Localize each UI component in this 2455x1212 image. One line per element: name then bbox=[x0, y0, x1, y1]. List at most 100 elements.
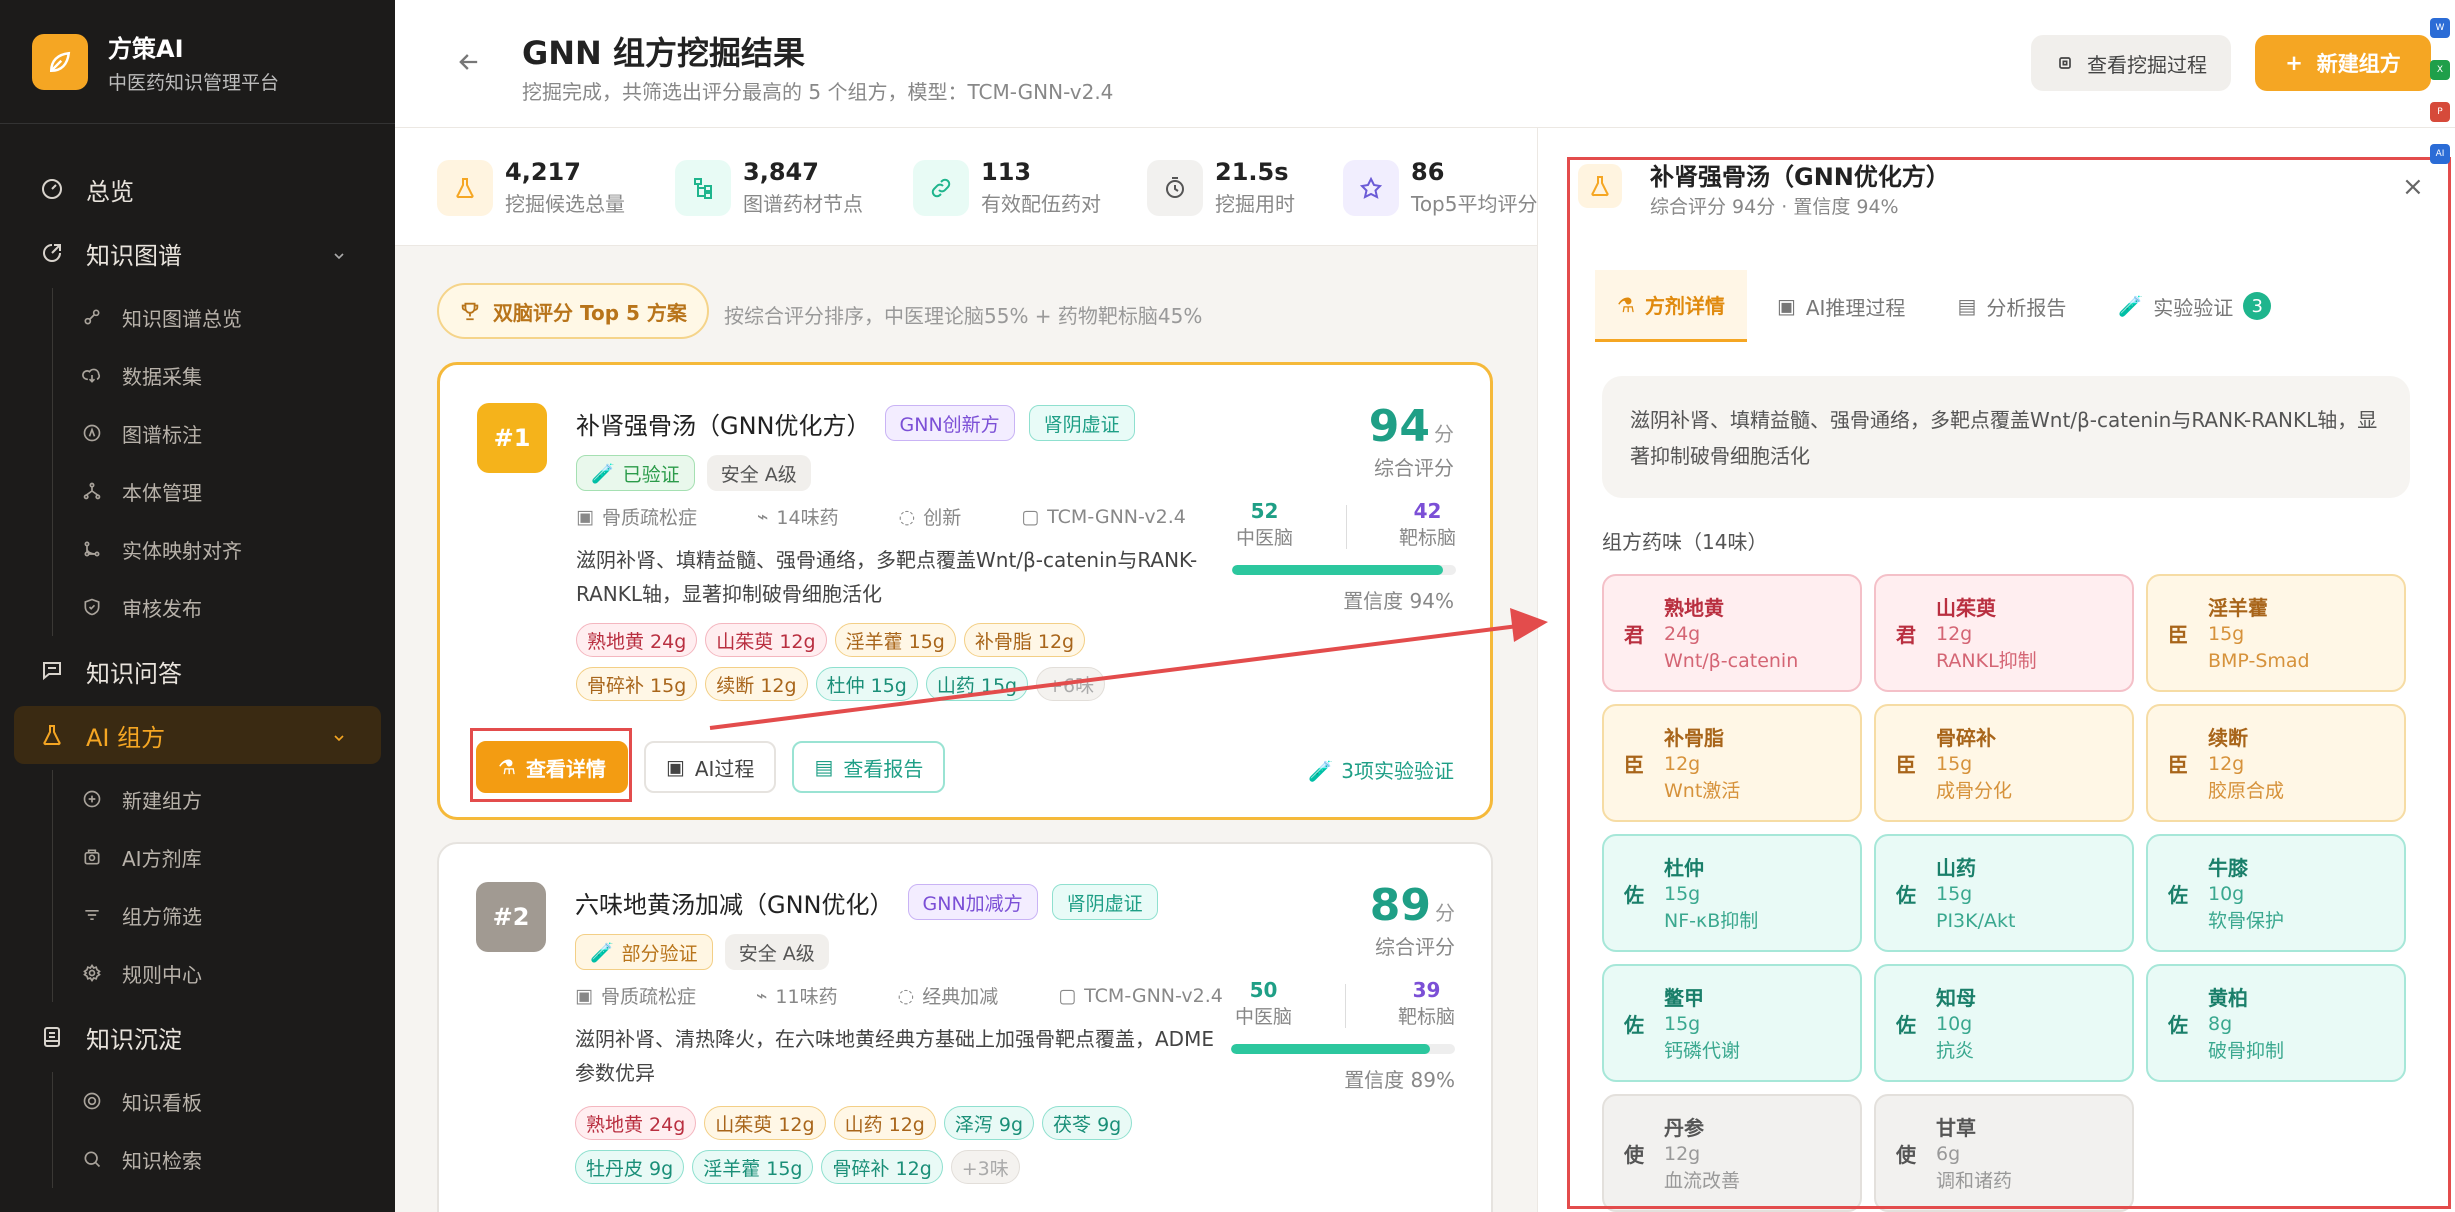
herb-chip: 山茱萸 12g bbox=[705, 623, 827, 657]
herb-card[interactable]: 君熟地黄 24g Wnt/β-catenin bbox=[1602, 574, 1862, 692]
nav-ai-formula[interactable]: AI 组方 bbox=[14, 706, 381, 764]
brain-scores: 52 中医脑 42 靶标脑 bbox=[1236, 499, 1456, 550]
herb-info: 熟地黄 24g Wnt/β-catenin bbox=[1664, 592, 1798, 675]
meta-disease-text: 骨质疏松症 bbox=[601, 507, 697, 529]
depo-submenu: 知识看板 知识检索 bbox=[0, 1072, 395, 1188]
herb-role: 君 bbox=[1624, 622, 1644, 647]
nav-overview-label: 总览 bbox=[86, 177, 134, 206]
tab-formula-detail[interactable]: ⚗ 方剂详情 bbox=[1595, 270, 1747, 342]
sub-entity-align[interactable]: 实体映射对齐 bbox=[0, 520, 395, 578]
sub-annotate[interactable]: 图谱标注 bbox=[0, 404, 395, 462]
herb-card[interactable]: 佐知母 10g 抗炎 bbox=[1874, 964, 2134, 1082]
herb-card[interactable]: 臣骨碎补 15g 成骨分化 bbox=[1874, 704, 2134, 822]
excel-icon[interactable]: X bbox=[2430, 60, 2450, 80]
herb-dose: 12g bbox=[1664, 752, 1701, 775]
timer-icon bbox=[1147, 159, 1203, 216]
brand[interactable]: 方策AI 中医药知识管理平台 bbox=[0, 0, 395, 124]
nav-knowledge-graph[interactable]: 知识图谱 bbox=[0, 224, 395, 282]
meta-herb-count-text: 11味药 bbox=[775, 986, 838, 1008]
tab-experiment[interactable]: 🧪 实验验证 3 bbox=[2096, 270, 2293, 342]
herb-card[interactable]: 臣补骨脂 12g Wnt激活 bbox=[1602, 704, 1862, 822]
herb-card[interactable]: 佐杜仲 15g NF-κB抑制 bbox=[1602, 834, 1862, 952]
herb-dose: 12g bbox=[1664, 1142, 1701, 1165]
new-formula-label: 新建组方 bbox=[2316, 52, 2401, 76]
more-herbs-chip[interactable]: +6味 bbox=[1036, 667, 1106, 701]
close-icon[interactable]: × bbox=[2402, 172, 2424, 202]
experiment-count[interactable]: 🧪 3项实验验证 bbox=[1308, 755, 1454, 784]
brain-divider bbox=[1345, 505, 1347, 549]
panel-title: 补肾强骨汤（GNN优化方） bbox=[1650, 163, 1950, 191]
sub-formula-library-label: AI方剂库 bbox=[122, 846, 202, 871]
herb-name: 熟地黄 bbox=[1664, 595, 1724, 620]
tab-ai-reasoning[interactable]: ▣ AI推理过程 bbox=[1755, 270, 1928, 342]
herb-card[interactable]: 佐牛膝 10g 软骨保护 bbox=[2146, 834, 2406, 952]
tcm-brain: 50 中医脑 bbox=[1235, 978, 1292, 1029]
herb-card[interactable]: 臣续断 12g 胶原合成 bbox=[2146, 704, 2406, 822]
herb-chip: 山药 15g bbox=[925, 667, 1029, 701]
chevron-down-icon[interactable] bbox=[331, 724, 347, 752]
herb-dose: 15g bbox=[1664, 1012, 1701, 1035]
panel-tabs: ⚗ 方剂详情 ▣ AI推理过程 ▤ 分析报告 🧪 实验验证 3 bbox=[1595, 270, 2301, 342]
meta-herb-count-text: 14味药 bbox=[776, 507, 839, 529]
herb-chip: 骨碎补 15g bbox=[576, 667, 698, 701]
herb-card[interactable]: 使丹参 12g 血流改善 bbox=[1602, 1094, 1862, 1212]
sub-rule-center[interactable]: 规则中心 bbox=[0, 944, 395, 1002]
sub-data-collect[interactable]: 数据采集 bbox=[0, 346, 395, 404]
herb-card[interactable]: 君山茱萸 12g RANKL抑制 bbox=[1874, 574, 2134, 692]
herb-info: 山药 15g PI3K/Akt bbox=[1936, 852, 2015, 935]
herb-chip: 山茱萸 12g bbox=[704, 1106, 826, 1140]
sub-annotate-label: 图谱标注 bbox=[122, 422, 202, 447]
view-report-button[interactable]: ▤ 查看报告 bbox=[792, 741, 946, 793]
formula-title-row: 补肾强骨汤（GNN优化方） GNN创新方 肾阴虚证 bbox=[576, 405, 1135, 441]
nav-overview[interactable]: 总览 bbox=[0, 160, 395, 218]
tcm-brain-label: 中医脑 bbox=[1236, 527, 1294, 549]
herb-chip: 杜仲 15g bbox=[815, 667, 918, 701]
herb-dose: 15g bbox=[1936, 752, 1973, 775]
tab-analysis-report[interactable]: ▤ 分析报告 bbox=[1935, 270, 2088, 342]
sub-knowledge-search[interactable]: 知识检索 bbox=[0, 1130, 395, 1188]
ai-process-button[interactable]: ▣ AI过程 bbox=[643, 741, 777, 793]
tab-ai-reasoning-label: AI推理过程 bbox=[1805, 295, 1906, 320]
herb-info: 鳖甲 15g 钙磷代谢 bbox=[1664, 982, 1740, 1065]
formula-title-row: 六味地黄汤加减（GNN优化） GNN加减方 肾阴虚证 bbox=[575, 884, 1158, 920]
herb-effect: 胶原合成 bbox=[2208, 779, 2285, 802]
herb-chip: 骨碎补 12g bbox=[821, 1150, 943, 1184]
sub-new-formula[interactable]: 新建组方 bbox=[0, 770, 395, 828]
tcm-brain-label: 中医脑 bbox=[1235, 1006, 1293, 1028]
sub-review-publish-label: 审核发布 bbox=[122, 596, 202, 621]
herb-card[interactable]: 佐鳖甲 15g 钙磷代谢 bbox=[1602, 964, 1862, 1082]
nav-knowledge-qa[interactable]: 知识问答 bbox=[0, 642, 395, 700]
herb-card[interactable]: 使甘草 6g 调和诸药 bbox=[1874, 1094, 2134, 1212]
ai-icon[interactable]: AI bbox=[2430, 144, 2450, 164]
sub-review-publish[interactable]: 审核发布 bbox=[0, 578, 395, 636]
back-arrow-icon[interactable] bbox=[455, 48, 483, 80]
herb-dose: 8g bbox=[2208, 1012, 2233, 1035]
herb-role: 臣 bbox=[2168, 622, 2188, 647]
formula-card-2[interactable]: #2 六味地黄汤加减（GNN优化） GNN加减方 肾阴虚证 🧪 部分验证 安全 A… bbox=[437, 842, 1493, 1212]
herb-effect: Wnt/β-catenin bbox=[1664, 649, 1799, 672]
pdf-icon[interactable]: P bbox=[2430, 102, 2450, 122]
herb-role: 佐 bbox=[1624, 882, 1644, 907]
sub-kg-overview[interactable]: 知识图谱总览 bbox=[0, 288, 395, 346]
meta-model-text: TCM-GNN-v2.4 bbox=[1047, 505, 1186, 528]
more-herbs-chip[interactable]: +3味 bbox=[950, 1150, 1020, 1184]
herb-card[interactable]: 臣淫羊藿 15g BMP-Smad bbox=[2146, 574, 2406, 692]
nav-ai-formula-label: AI 组方 bbox=[86, 723, 166, 752]
view-process-button[interactable]: 查看挖掘过程 bbox=[2031, 35, 2231, 91]
sub-formula-filter[interactable]: 组方筛选 bbox=[0, 886, 395, 944]
leaf-icon: ⌁ bbox=[755, 984, 768, 1007]
sub-formula-library[interactable]: AI方剂库 bbox=[0, 828, 395, 886]
herb-card[interactable]: 佐山药 15g PI3K/Akt bbox=[1874, 834, 2134, 952]
word-icon[interactable]: W bbox=[2430, 18, 2450, 38]
herb-card[interactable]: 佐黄柏 8g 破骨抑制 bbox=[2146, 964, 2406, 1082]
nav-knowledge-deposit[interactable]: 知识沉淀 bbox=[0, 1008, 395, 1066]
score-value: 94 bbox=[1368, 401, 1430, 452]
ontology-icon bbox=[82, 481, 102, 501]
herb-name: 杜仲 bbox=[1664, 855, 1704, 880]
sub-ontology[interactable]: 本体管理 bbox=[0, 462, 395, 520]
nav-knowledge-graph-label: 知识图谱 bbox=[86, 241, 182, 270]
chevron-down-icon[interactable] bbox=[331, 242, 347, 270]
new-formula-button[interactable]: + 新建组方 bbox=[2255, 35, 2431, 91]
meta-type: ◌ 创新 bbox=[899, 503, 992, 530]
sub-knowledge-board[interactable]: 知识看板 bbox=[0, 1072, 395, 1130]
